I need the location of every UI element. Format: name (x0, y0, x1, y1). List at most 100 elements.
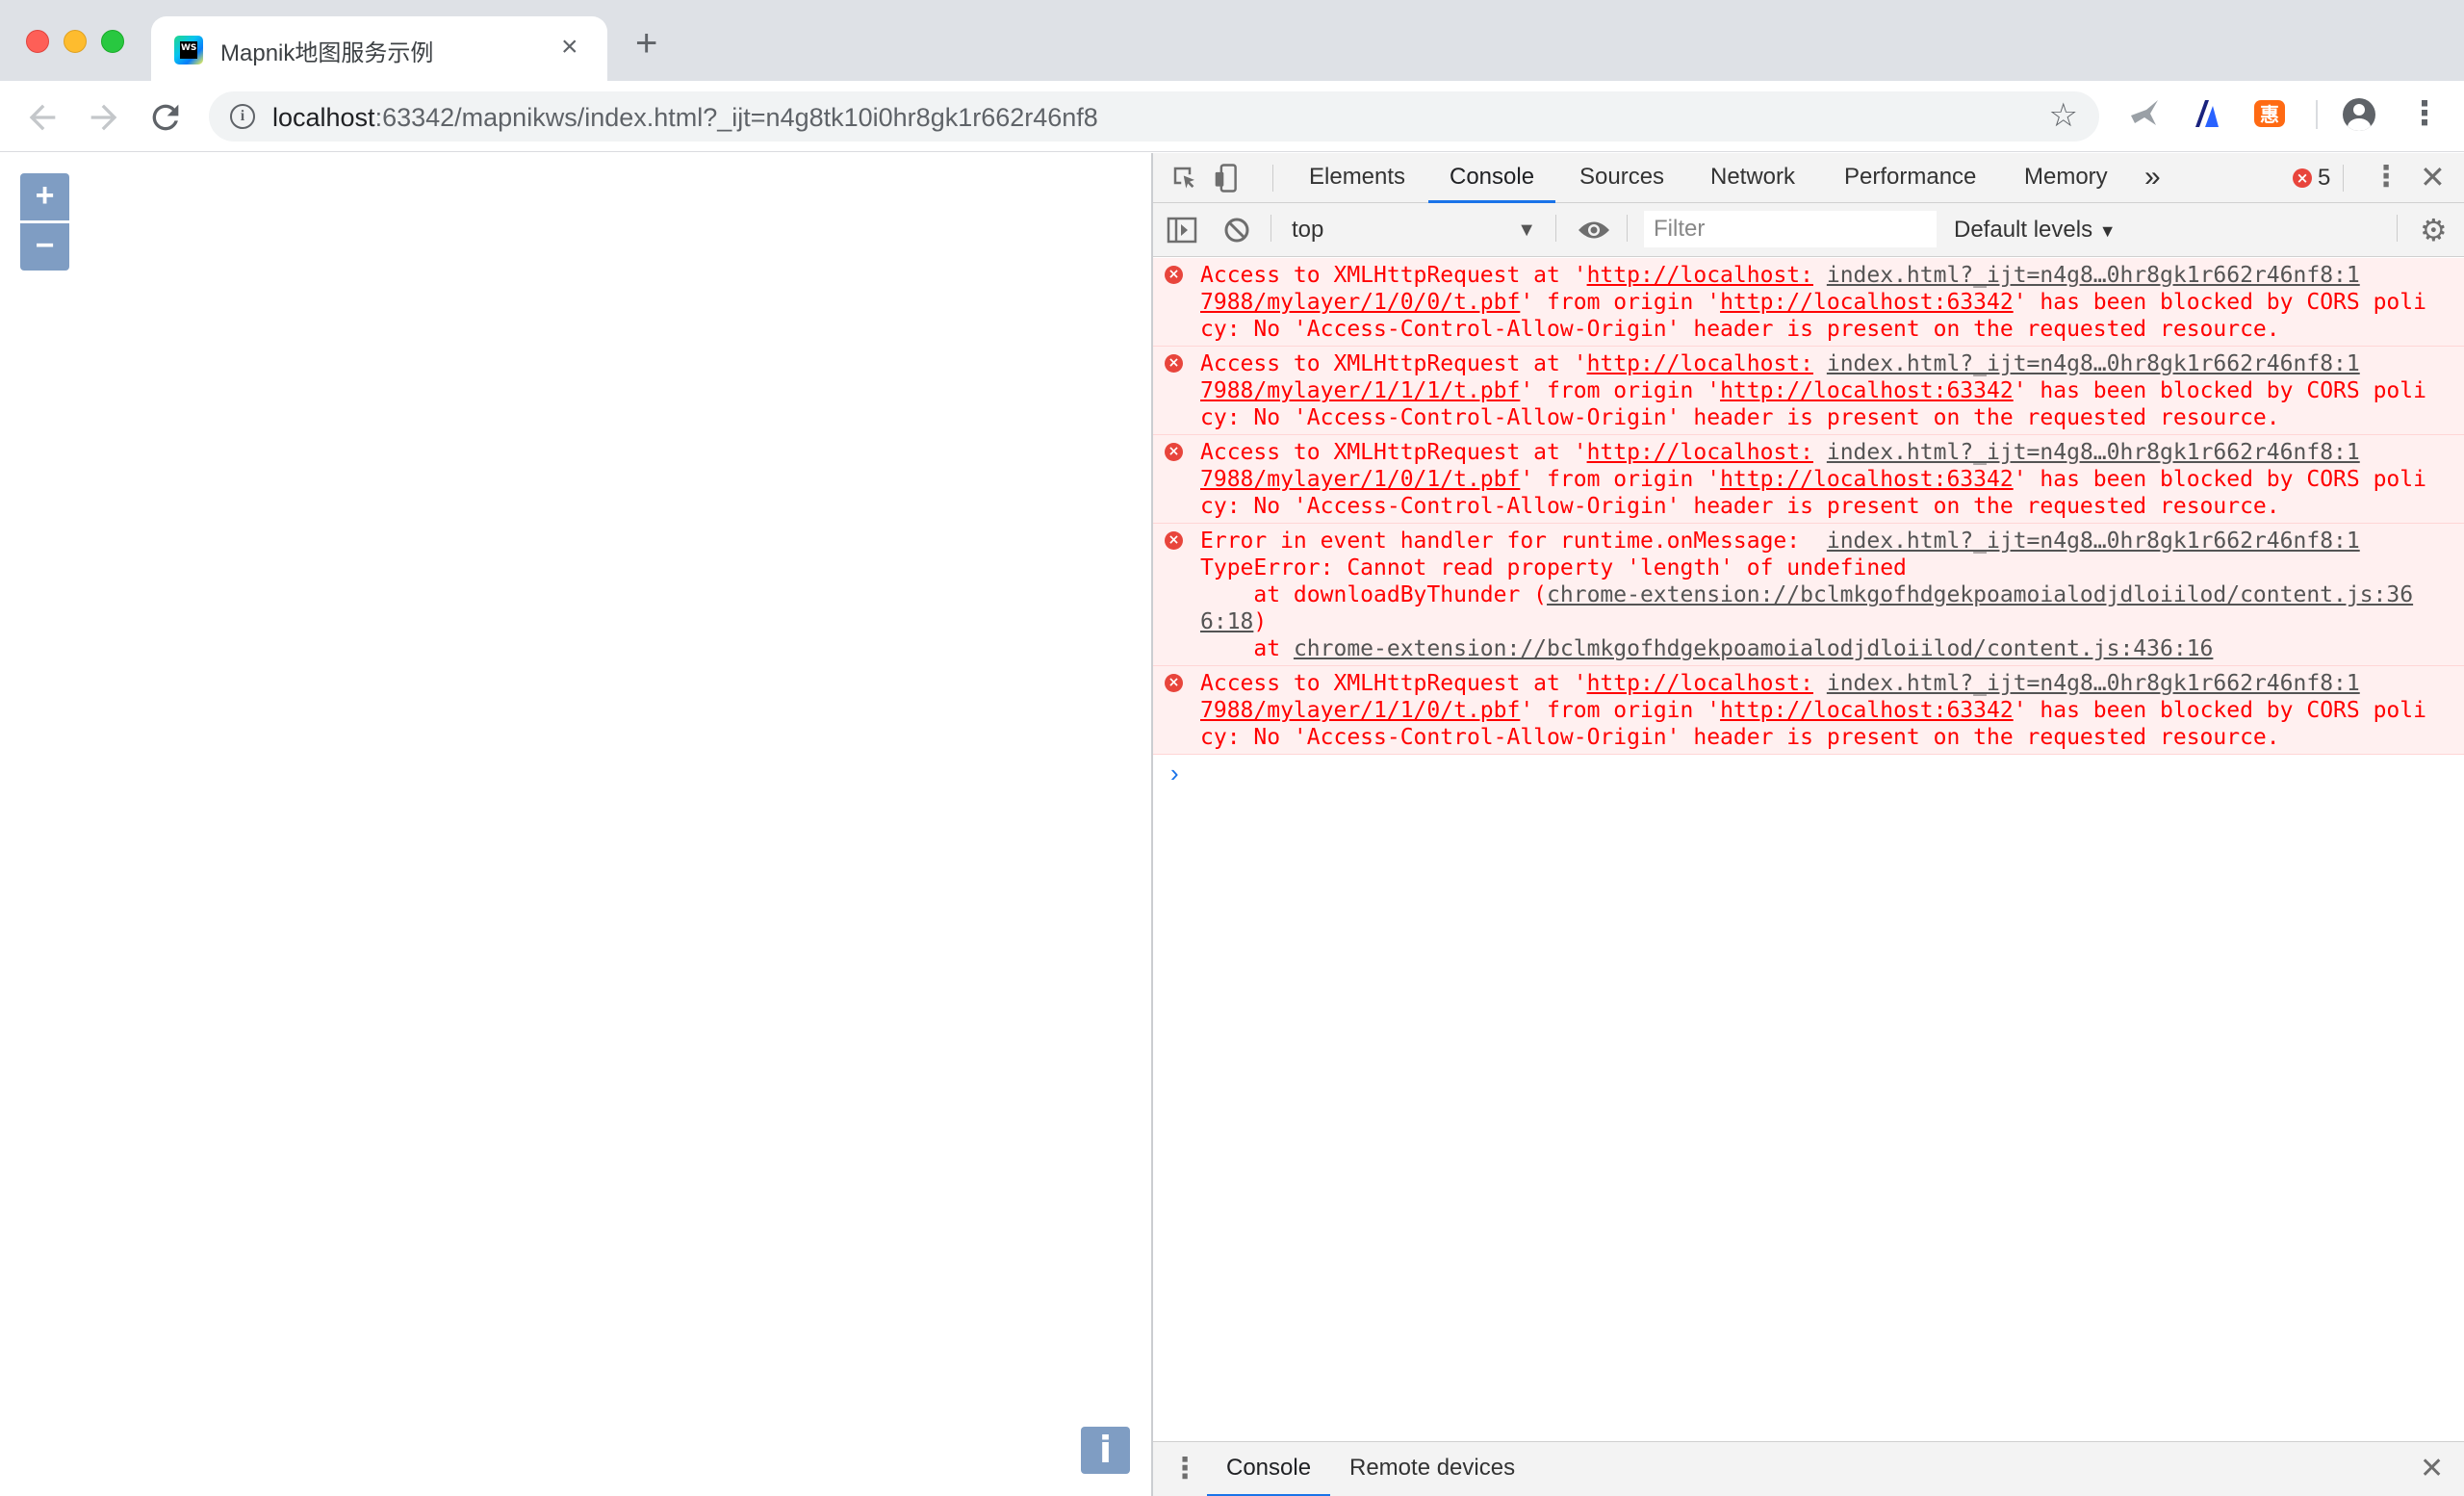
tab-elements[interactable]: Elements (1309, 153, 1405, 203)
toolbar-separator (1270, 215, 1271, 242)
svg-text:惠: 惠 (2260, 103, 2279, 126)
url-path: :63342/mapnikws/index.html?_ijt=n4g8tk10… (374, 103, 1098, 132)
reload-icon[interactable] (146, 98, 185, 137)
toolbar-separator (2316, 100, 2318, 129)
close-window-button[interactable] (26, 30, 49, 53)
devtools-tab-bar: Elements Console Sources Network Perform… (1153, 153, 2464, 203)
request-url-link[interactable]: http://localhost: (1587, 263, 1813, 288)
toolbar-separator (2397, 215, 2398, 242)
minimize-window-button[interactable] (64, 30, 87, 53)
vector-extension-icon[interactable] (2190, 96, 2224, 131)
request-url-link[interactable]: 7988/mylayer/1/0/1/t.pbf (1200, 467, 1520, 492)
close-drawer-icon[interactable]: ✕ (2420, 1453, 2444, 1485)
prompt-chevron-icon: › (1170, 759, 1179, 787)
request-url-link[interactable]: http://localhost: (1587, 671, 1813, 696)
tab-memory[interactable]: Memory (2024, 153, 2108, 203)
webstorm-favicon-icon: WS (174, 36, 203, 64)
drawer-menu-icon[interactable]: ⋮ (1170, 1452, 1199, 1486)
source-link[interactable]: index.html?_ijt=n4g8…0hr8gk1r662r46nf8:1 (1827, 351, 2360, 376)
drawer-tab-remote-devices[interactable]: Remote devices (1349, 1442, 1515, 1496)
source-link[interactable]: index.html?_ijt=n4g8…0hr8gk1r662r46nf8:1 (1827, 440, 2360, 465)
favicon-label: WS (180, 41, 197, 59)
console-messages: × Access to XMLHttpRequest at 'http://loc… (1153, 258, 2464, 793)
dropdown-arrow-icon: ▼ (2098, 221, 2117, 241)
source-link[interactable]: index.html?_ijt=n4g8…0hr8gk1r662r46nf8:1 (1827, 263, 2360, 288)
map-viewport[interactable]: + − i (0, 153, 1151, 1496)
address-bar[interactable]: i localhost:63342/mapnikws/index.html?_i… (209, 91, 2099, 142)
drawer-tab-bar: ⋮ Console Remote devices ✕ (1153, 1441, 2464, 1496)
console-error-message: × Access to XMLHttpRequest at 'http://loc… (1153, 258, 2464, 347)
close-tab-icon[interactable]: × (561, 33, 578, 62)
tab-separator (1272, 165, 1273, 192)
tab-network[interactable]: Network (1710, 153, 1795, 203)
close-devtools-icon[interactable]: ✕ (2420, 161, 2446, 193)
browser-toolbar: i localhost:63342/mapnikws/index.html?_i… (0, 81, 2464, 152)
more-tabs-icon[interactable]: » (2144, 153, 2161, 203)
zoom-in-button[interactable]: + (20, 173, 69, 220)
source-link[interactable]: index.html?_ijt=n4g8…0hr8gk1r662r46nf8:1 (1827, 671, 2360, 696)
request-url-link[interactable]: 7988/mylayer/1/1/0/t.pbf (1200, 698, 1520, 723)
toolbar-separator (1555, 215, 1556, 242)
url-host: localhost (272, 103, 375, 132)
device-toolbar-icon[interactable] (1213, 163, 1242, 198)
forward-arrow-icon[interactable] (85, 98, 123, 137)
toolbar-separator (1627, 215, 1628, 242)
browser-menu-icon[interactable]: ⋮ (2408, 92, 2441, 135)
console-error-message: × Access to XMLHttpRequest at 'http://loc… (1153, 347, 2464, 435)
attribution-button[interactable]: i (1081, 1427, 1130, 1474)
origin-link[interactable]: http://localhost:63342 (1720, 378, 2014, 403)
profile-avatar-icon[interactable] (2343, 98, 2375, 131)
error-count-badge[interactable]: × 5 (2293, 165, 2330, 192)
devtools-panel: Elements Console Sources Network Perform… (1151, 153, 2464, 1496)
stack-frame-link[interactable]: chrome-extension://bclmkgofhdgekpoamoial… (1294, 636, 2213, 661)
sidebar-toggle-icon[interactable] (1167, 216, 1197, 249)
request-url-link[interactable]: 7988/mylayer/1/0/0/t.pbf (1200, 290, 1520, 315)
console-toolbar: top ▼ Default levels ▼ ⚙ (1153, 203, 2464, 257)
url-text[interactable]: localhost:63342/mapnikws/index.html?_ijt… (272, 103, 1098, 133)
inspect-element-icon[interactable] (1170, 164, 1199, 197)
bird-extension-icon[interactable] (2127, 96, 2162, 131)
console-error-message: × Access to XMLHttpRequest at 'http://loc… (1153, 435, 2464, 524)
context-value: top (1292, 217, 1324, 243)
context-selector[interactable]: top ▼ (1292, 215, 1542, 245)
orange-extension-icon[interactable]: 惠 (2252, 96, 2287, 131)
error-icon: × (1165, 531, 1183, 550)
clear-console-icon[interactable] (1222, 216, 1251, 249)
request-url-link[interactable]: http://localhost: (1587, 440, 1813, 465)
browser-tab[interactable]: WS Mapnik地图服务示例 × (151, 16, 607, 81)
tab-performance[interactable]: Performance (1844, 153, 1976, 203)
tab-title: Mapnik地图服务示例 (220, 40, 434, 66)
tab-separator (2343, 165, 2344, 192)
request-url-link[interactable]: http://localhost: (1587, 351, 1813, 376)
drawer-tab-console[interactable]: Console (1207, 1442, 1331, 1496)
zoom-out-button[interactable]: − (20, 223, 69, 271)
console-error-message: × Error in event handler for runtime.onMe… (1153, 524, 2464, 666)
origin-link[interactable]: http://localhost:63342 (1720, 290, 2014, 315)
levels-label: Default levels (1954, 217, 2093, 243)
devtools-menu-icon[interactable]: ⋮ (2372, 161, 2400, 193)
site-info-icon[interactable]: i (230, 104, 255, 129)
tab-console[interactable]: Console (1428, 153, 1556, 203)
console-filter-input[interactable] (1644, 211, 1937, 247)
source-link[interactable]: index.html?_ijt=n4g8…0hr8gk1r662r46nf8:1 (1827, 529, 2360, 554)
live-expression-eye-icon[interactable] (1577, 218, 1611, 247)
request-url-link[interactable]: 7988/mylayer/1/1/1/t.pbf (1200, 378, 1520, 403)
error-icon: × (1165, 674, 1183, 692)
origin-link[interactable]: http://localhost:63342 (1720, 467, 2014, 492)
dropdown-arrow-icon: ▼ (1517, 219, 1536, 241)
tab-sources[interactable]: Sources (1579, 153, 1664, 203)
bookmark-star-icon[interactable]: ☆ (2049, 99, 2078, 132)
console-prompt[interactable]: › (1153, 755, 2464, 793)
error-icon: × (1165, 354, 1183, 373)
console-settings-gear-icon[interactable]: ⚙ (2420, 215, 2448, 245)
error-count: 5 (2318, 165, 2331, 191)
back-arrow-icon[interactable] (23, 98, 62, 137)
origin-link[interactable]: http://localhost:63342 (1720, 698, 2014, 723)
new-tab-button[interactable]: + (635, 24, 657, 63)
error-icon: × (2293, 168, 2312, 188)
maximize-window-button[interactable] (101, 30, 124, 53)
error-icon: × (1165, 266, 1183, 284)
log-levels-dropdown[interactable]: Default levels ▼ (1954, 215, 2117, 246)
error-icon: × (1165, 443, 1183, 461)
console-error-message: × Access to XMLHttpRequest at 'http://loc… (1153, 666, 2464, 755)
